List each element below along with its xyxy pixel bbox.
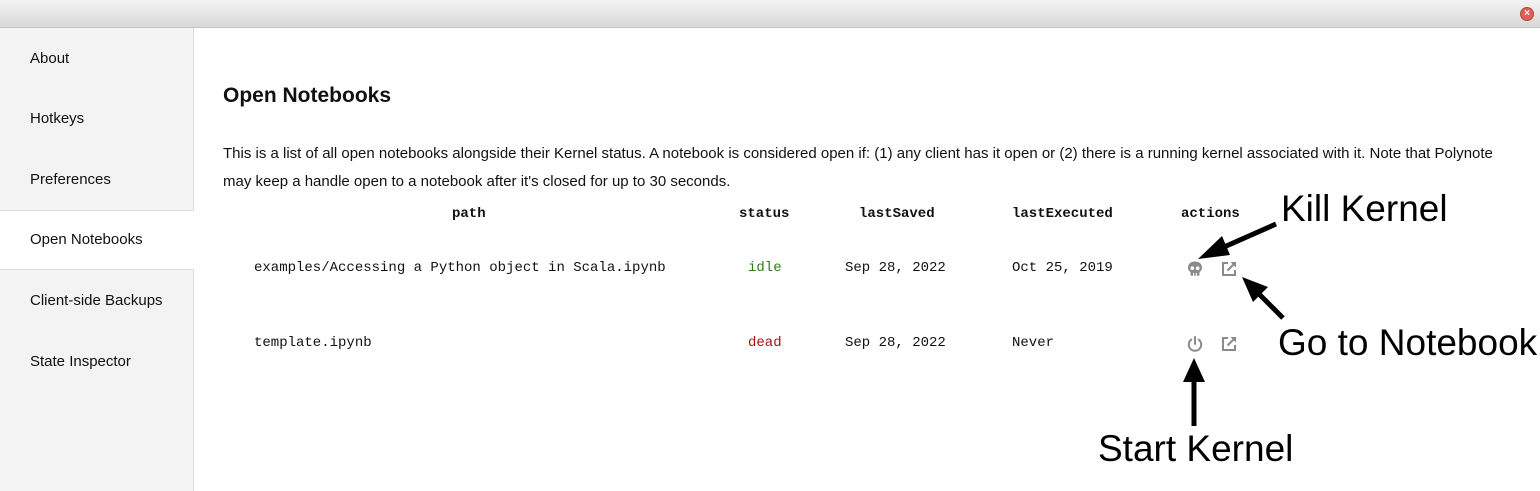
external-link-icon[interactable]	[1219, 334, 1239, 354]
power-icon[interactable]	[1185, 334, 1205, 354]
row-last-saved: Sep 28, 2022	[845, 335, 946, 351]
column-header-last-saved: lastSaved	[859, 206, 935, 222]
sidebar: About Hotkeys Preferences Open Notebooks…	[0, 28, 194, 491]
sidebar-item-open-notebooks[interactable]: Open Notebooks	[0, 210, 194, 270]
row-path: template.ipynb	[254, 335, 372, 351]
go-to-notebook-arrowhead	[1242, 277, 1268, 302]
skull-icon[interactable]	[1185, 259, 1205, 279]
row-last-saved: Sep 28, 2022	[845, 260, 946, 276]
external-link-icon[interactable]	[1219, 259, 1239, 279]
sidebar-item-state-inspector[interactable]: State Inspector	[0, 332, 193, 392]
sidebar-item-client-side-backups[interactable]: Client-side Backups	[0, 271, 193, 331]
go-to-notebook-annotation: Go to Notebook	[1278, 322, 1538, 363]
kill-kernel-arrow	[1213, 221, 1278, 254]
annotation-arrows	[1183, 221, 1285, 426]
start-kernel-arrowhead	[1183, 358, 1205, 382]
row-last-executed: Oct 25, 2019	[1012, 260, 1113, 276]
row-path: examples/Accessing a Python object in Sc…	[254, 260, 666, 276]
page-title: Open Notebooks	[223, 84, 392, 107]
sidebar-item-hotkeys[interactable]: Hotkeys	[0, 89, 193, 149]
column-header-path: path	[452, 206, 486, 222]
column-header-last-executed: lastExecuted	[1012, 206, 1113, 222]
start-kernel-annotation: Start Kernel	[1098, 428, 1294, 469]
status-badge: dead	[748, 335, 782, 351]
kill-kernel-annotation: Kill Kernel	[1281, 188, 1448, 229]
go-to-notebook-arrow	[1253, 288, 1285, 320]
kill-kernel-arrowhead	[1198, 236, 1230, 259]
close-icon[interactable]: ×	[1520, 7, 1534, 21]
sidebar-item-preferences[interactable]: Preferences	[0, 150, 193, 210]
column-header-status: status	[739, 206, 790, 222]
sidebar-item-about[interactable]: About	[0, 29, 193, 89]
row-last-executed: Never	[1012, 335, 1055, 351]
column-header-actions: actions	[1181, 206, 1240, 222]
status-badge: idle	[748, 260, 782, 276]
window-titlebar: ×	[0, 0, 1540, 28]
